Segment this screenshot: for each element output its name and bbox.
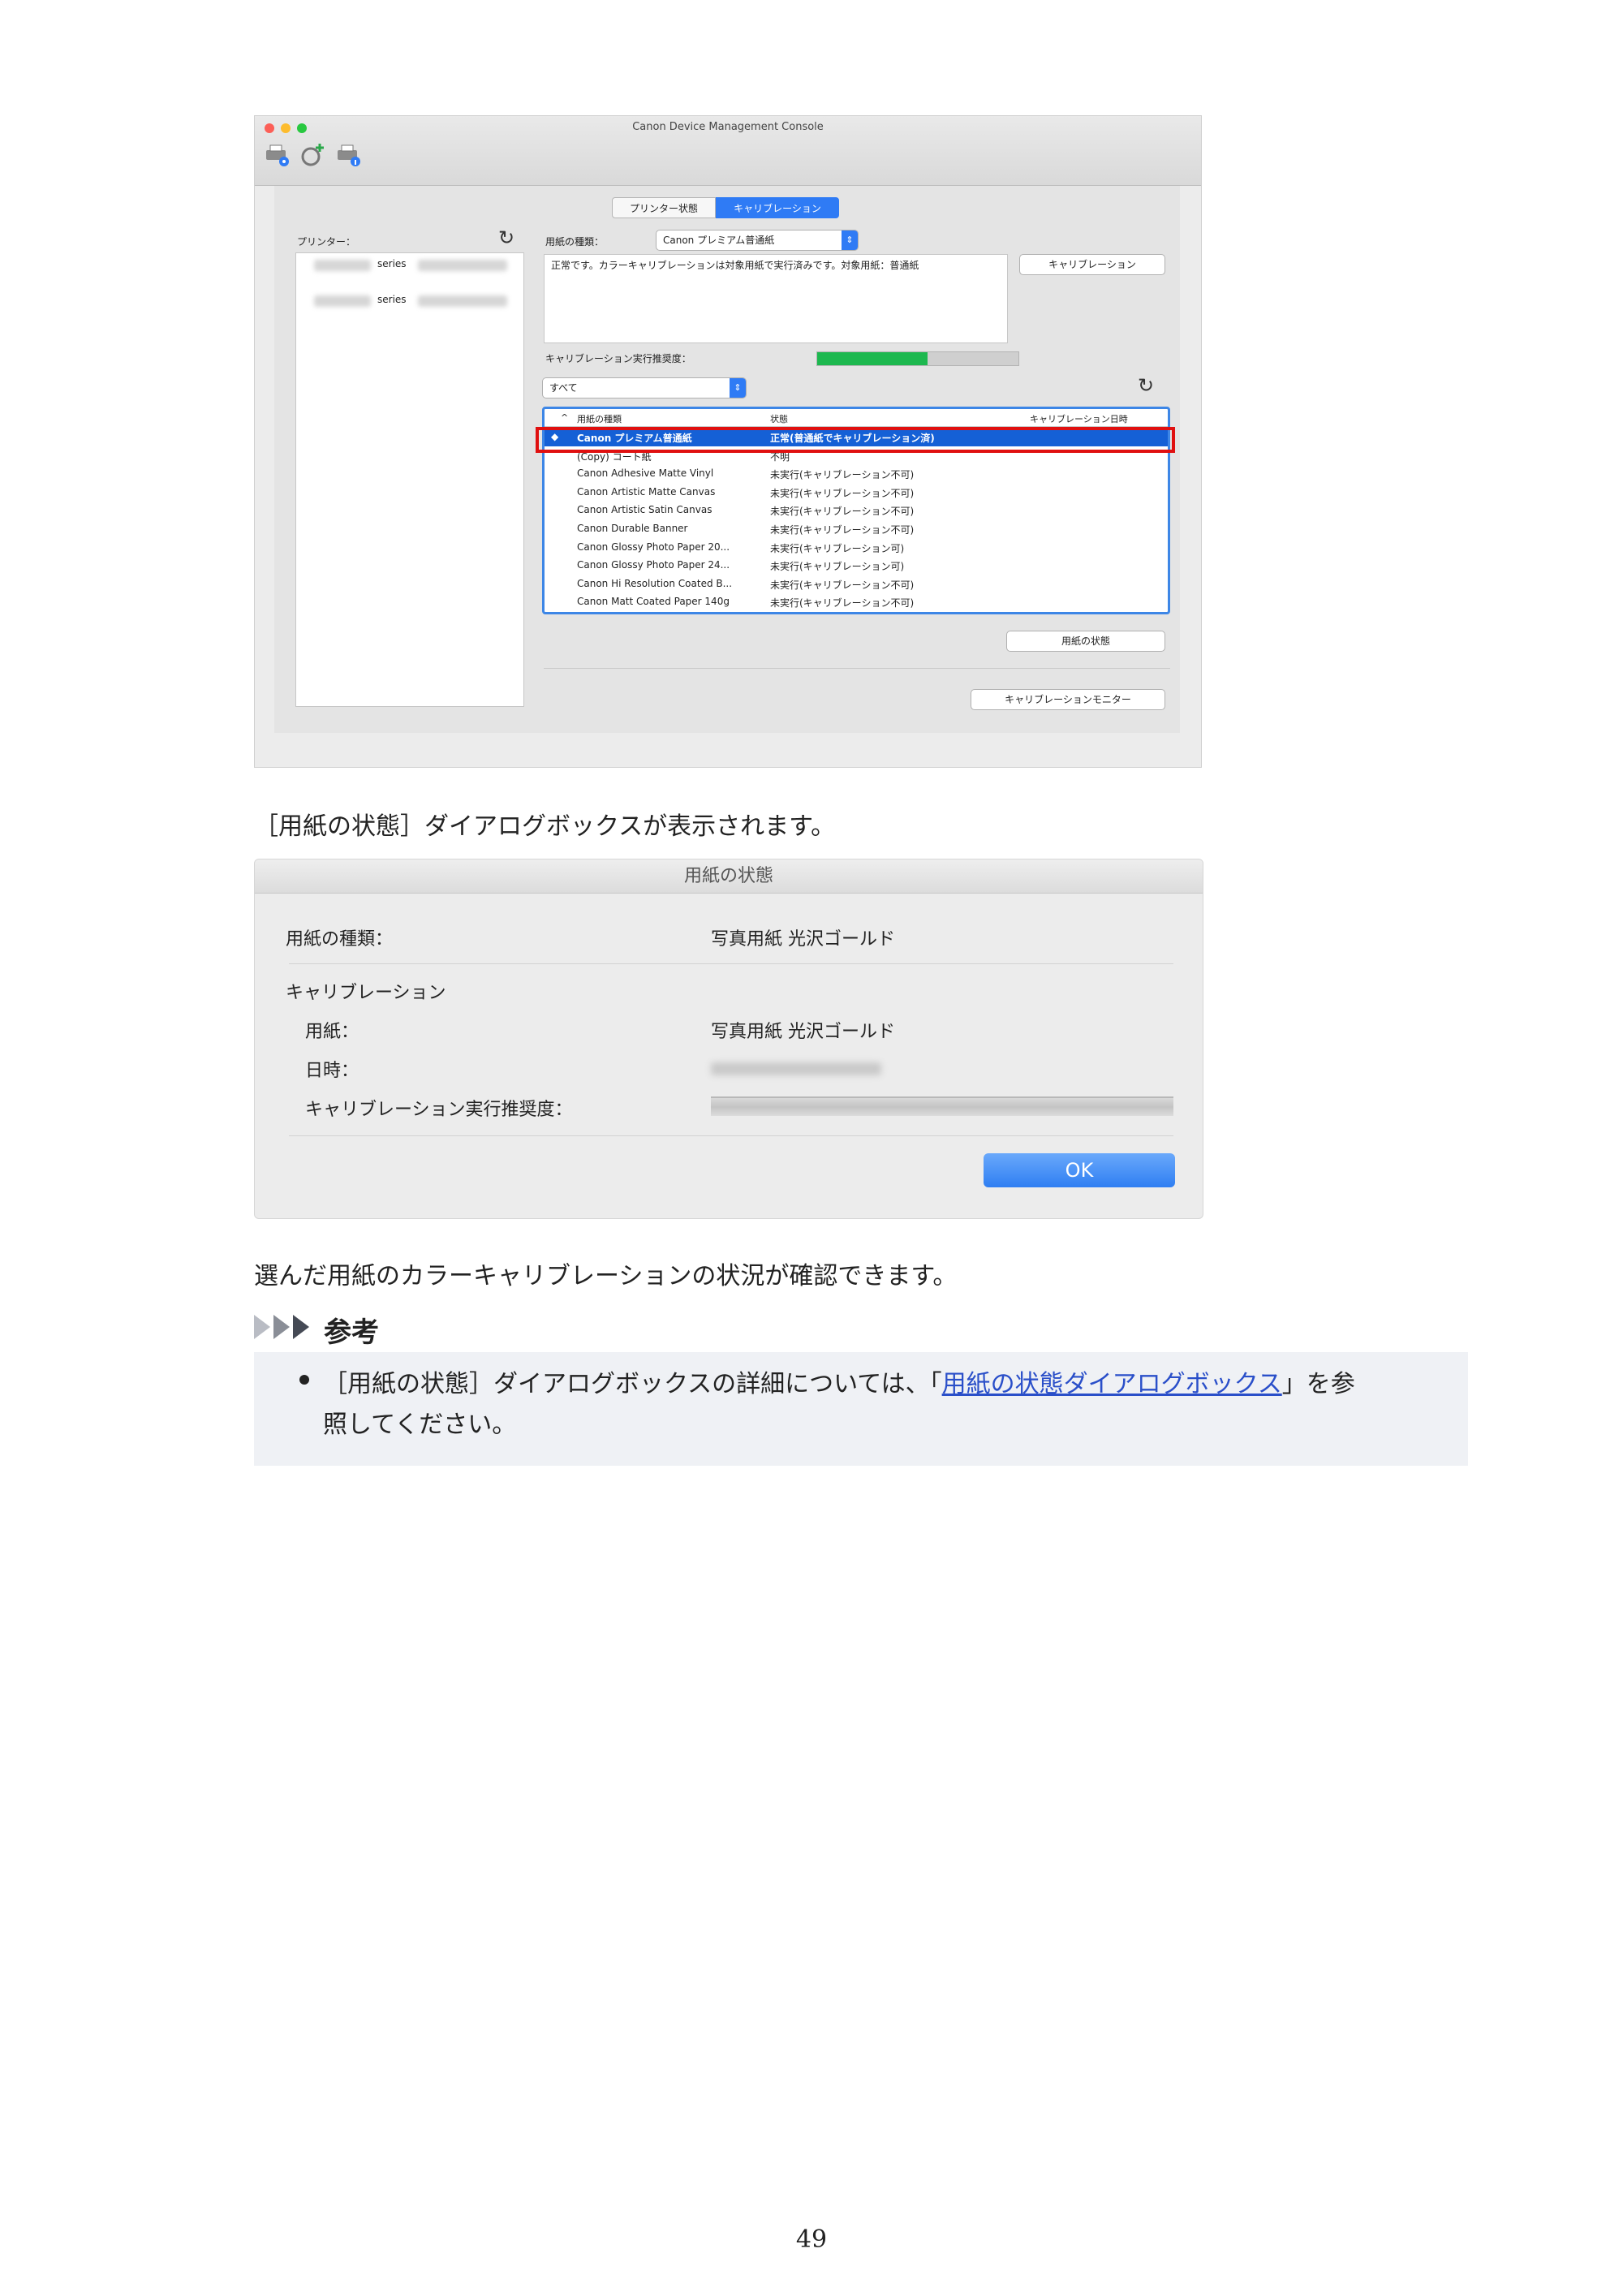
status-message-box: 正常です。カラーキャリブレーションは対象用紙で実行済みです。対象用紙：普通紙 [544, 254, 1008, 343]
caption-dialog-shown: ［用紙の状態］ダイアログボックスが表示されます。 [254, 812, 836, 841]
table-row[interactable]: Canon Glossy Photo Paper 20... 未実行(キャリブレー… [545, 539, 1168, 557]
column-header-calibration-date[interactable]: キャリブレーション日時 [1030, 412, 1128, 425]
printer-info-icon[interactable] [334, 140, 364, 170]
printer-label: プリンター： [297, 236, 356, 248]
reference-line-1: ［用紙の状態］ダイアログボックスの詳細については、「用紙の状態ダイアログボックス… [323, 1363, 1355, 1399]
paper-name-cell: Canon Adhesive Matte Vinyl [577, 467, 714, 480]
reference-line-2: 照してください。 [323, 1411, 517, 1439]
refresh-paper-list-icon[interactable]: ↻ [1138, 376, 1154, 395]
refresh-printers-icon[interactable]: ↻ [498, 228, 514, 248]
recommend-label: キャリブレーション実行推奨度： [305, 1100, 573, 1120]
divider [289, 963, 1173, 964]
chevron-right-icon [273, 1315, 290, 1339]
table-row[interactable]: Canon Glossy Photo Paper 24... 未実行(キャリブレー… [545, 557, 1168, 575]
printer-item[interactable]: series [296, 292, 523, 310]
chevron-right-icon [293, 1315, 309, 1339]
tab-printer-status[interactable]: プリンター状態 [612, 197, 716, 218]
add-printer-icon[interactable] [299, 140, 328, 170]
divider [289, 1135, 1173, 1136]
printer-list[interactable]: series series [295, 252, 524, 707]
reference-text-before: ［用紙の状態］ダイアログボックスの詳細については、「 [323, 1370, 942, 1398]
paper-type-select[interactable]: Canon プレミアム普通紙 ⇕ [656, 230, 859, 251]
window-title: Canon Device Management Console [632, 121, 824, 133]
paper-type-label: 用紙の種類： [545, 236, 605, 248]
paper-status-cell: 未実行(キャリブレーション可) [770, 561, 905, 573]
printer-address-blurred [418, 260, 507, 271]
paper-name-cell: Canon Hi Resolution Coated B... [577, 577, 733, 589]
bullet-icon [299, 1375, 309, 1385]
recommend-level-bar [816, 351, 1019, 366]
paper-name-cell: Canon Artistic Matte Canvas [577, 485, 716, 498]
table-row[interactable]: Canon Matt Coated Paper 140g 未実行(キャリブレーショ… [545, 593, 1168, 611]
chevron-updown-icon: ⇕ [730, 378, 746, 398]
datetime-label: 日時： [305, 1061, 359, 1081]
paper-status-button[interactable]: 用紙の状態 [1006, 631, 1165, 652]
datetime-value-blurred [711, 1062, 881, 1075]
paper-name-cell: Canon Durable Banner [577, 523, 688, 534]
paper-name-cell: Canon Artistic Satin Canvas [577, 504, 712, 516]
paper-status-cell: 未実行(キャリブレーション不可) [770, 524, 915, 536]
recommend-level-fill [817, 352, 928, 365]
calibration-paper-label: 用紙： [305, 1022, 359, 1042]
paper-name-cell: Canon Glossy Photo Paper 20... [577, 541, 730, 553]
calibration-paper-value: 写真用紙 光沢ゴールド [711, 1022, 895, 1042]
caption-status-check: 選んだ用紙のカラーキャリブレーションの状況が確認できます。 [254, 1262, 958, 1290]
table-header: ^ 用紙の種類 状態 キャリブレーション日時 [545, 409, 1168, 427]
device-management-console-screenshot: Canon Device Management Console プリンター状態 … [254, 115, 1202, 768]
ok-button[interactable]: OK [984, 1153, 1175, 1187]
printer-model-blurred [314, 260, 371, 271]
divider [544, 668, 1170, 669]
paper-status-cell: 未実行(キャリブレーション不可) [770, 469, 915, 481]
column-header-status[interactable]: 状態 [770, 412, 788, 425]
printer-series: series [377, 294, 407, 305]
calibration-section-heading: キャリブレーション [286, 983, 446, 1003]
paper-status-cell: 未実行(キャリブレーション不可) [770, 487, 915, 499]
chevron-updown-icon: ⇕ [842, 230, 858, 250]
paper-type-label: 用紙の種類： [286, 929, 394, 950]
paper-type-value: 写真用紙 光沢ゴールド [711, 929, 895, 950]
table-row[interactable]: Canon Durable Banner 未実行(キャリブレーション不可) [545, 520, 1168, 538]
sort-ascending-icon[interactable]: ^ [561, 412, 568, 423]
printer-item[interactable]: series [296, 256, 523, 274]
paper-status-dialog-link[interactable]: 用紙の状態ダイアログボックス [942, 1370, 1282, 1398]
reference-title: 参考 [324, 1316, 379, 1349]
tab-calibration[interactable]: キャリブレーション [716, 197, 839, 218]
paper-name-cell: Canon Matt Coated Paper 140g [577, 596, 730, 608]
column-header-paper-type[interactable]: 用紙の種類 [577, 412, 622, 425]
table-row[interactable]: Canon Artistic Satin Canvas 未実行(キャリブレーション… [545, 502, 1168, 519]
paper-status-cell: 未実行(キャリブレーション不可) [770, 506, 915, 518]
recommend-level-bar [711, 1096, 1173, 1116]
window-titlebar: Canon Device Management Console [255, 116, 1201, 186]
printer-settings-icon[interactable] [263, 140, 292, 170]
paper-status-cell: 未実行(キャリブレーション可) [770, 542, 905, 554]
paper-type-value: Canon プレミアム普通紙 [663, 235, 775, 246]
page-number: 49 [795, 2225, 828, 2254]
table-row[interactable]: Canon Hi Resolution Coated B... 未実行(キャリブレ… [545, 575, 1168, 593]
paper-status-cell: 未実行(キャリブレーション不可) [770, 579, 915, 591]
calibration-monitor-button[interactable]: キャリブレーションモニター [971, 689, 1165, 710]
printer-series: series [377, 258, 407, 269]
printer-model-blurred [314, 295, 371, 307]
highlight-frame [536, 427, 1175, 453]
printer-address-blurred [418, 295, 507, 307]
calibration-button[interactable]: キャリブレーション [1019, 254, 1165, 275]
paper-status-dialog-screenshot: 用紙の状態 用紙の種類： 写真用紙 光沢ゴールド キャリブレーション 用紙： 写… [254, 859, 1203, 1219]
paper-name-cell: Canon Glossy Photo Paper 24... [577, 559, 730, 571]
filter-select[interactable]: すべて ⇕ [542, 377, 747, 398]
dialog-title: 用紙の状態 [255, 859, 1203, 894]
recommend-label: キャリブレーション実行推奨度： [545, 353, 691, 364]
chevron-right-icon [254, 1315, 270, 1339]
table-row[interactable]: Canon Adhesive Matte Vinyl 未実行(キャリブレーション不… [545, 465, 1168, 483]
table-row[interactable]: Canon Artistic Matte Canvas 未実行(キャリブレーション… [545, 484, 1168, 502]
filter-value: すべて [549, 382, 578, 394]
reference-box: ［用紙の状態］ダイアログボックスの詳細については、「用紙の状態ダイアログボックス… [254, 1352, 1468, 1466]
reference-text-after: 」を参 [1281, 1370, 1355, 1398]
paper-status-cell: 未実行(キャリブレーション不可) [770, 597, 915, 610]
